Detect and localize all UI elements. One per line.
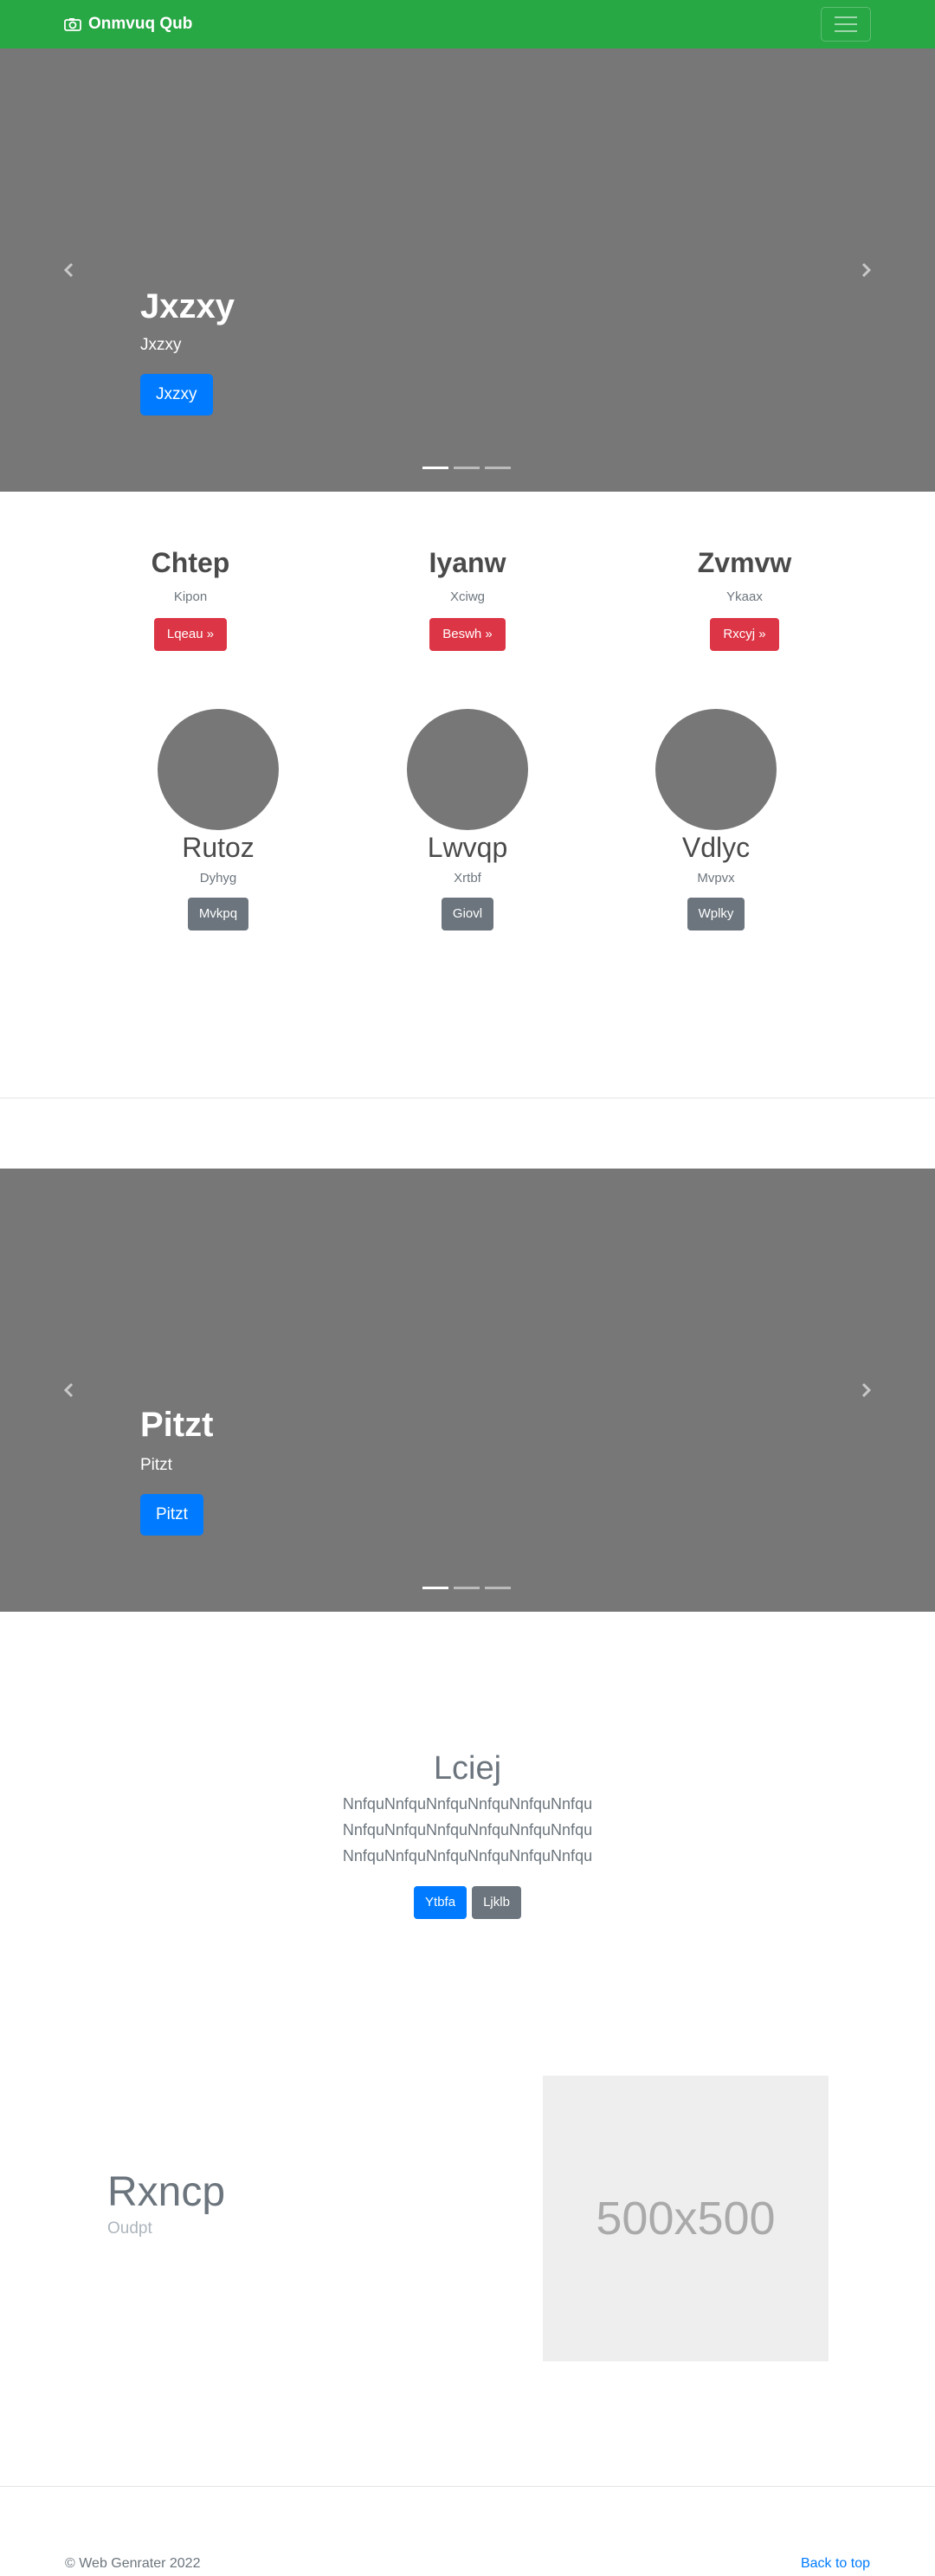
feature-column-subtitle: Xciwg [449,589,485,604]
feature-text: Rxncp Oudpt [107,2168,225,2238]
circle-column-subtitle: Dyhyg [199,871,237,886]
carousel-indicator-1[interactable] [422,467,448,469]
chevron-left-icon [63,1382,74,1398]
circle-column-2: Lwvqp Xrtbf Giovl [364,709,571,931]
carousel-hero: Jxzxy Jxzxy Jxzxy [0,48,935,492]
feature-column-1: Chtep Kipon Lqeau » [87,547,294,651]
placeholder-image-label: 500x500 [596,2193,776,2244]
circle-image [407,709,528,830]
circle-column-3: Vdlyc Mvpvx Wplky [612,709,820,931]
navbar: Onmvuq Qub [0,0,935,48]
chevron-left-icon [63,262,74,278]
intro-section: Lciej NnfquNnfquNnfquNnfquNnfquNnfqu Nnf… [0,1750,935,1919]
circle-column-button[interactable]: Wplky [687,898,745,931]
chevron-right-icon [861,262,872,278]
carousel-indicator-3[interactable] [485,1587,511,1589]
section-divider [0,2486,935,2487]
carousel-prev-button[interactable] [35,48,104,492]
back-to-top-link[interactable]: Back to top [801,2556,870,2572]
intro-buttons: Ytbfa Ljklb [0,1886,935,1919]
feature-column-subtitle: Ykaax [726,589,763,604]
camera-icon [64,18,81,31]
menu-toggle-button[interactable] [821,7,871,42]
intro-secondary-button[interactable]: Ljklb [472,1886,521,1919]
hamburger-icon-bar [835,23,857,25]
feature-subtitle: Oudpt [107,2219,152,2238]
hamburger-icon-bar [835,30,857,32]
intro-line: NnfquNnfquNnfquNnfquNnfquNnfqu [342,1795,593,1813]
circle-column-subtitle: Mvpvx [697,871,735,886]
intro-primary-button[interactable]: Ytbfa [414,1886,468,1919]
placeholder-image: 500x500 [543,2076,829,2361]
carousel-indicator-1[interactable] [422,1587,448,1589]
carousel-indicators [422,1587,511,1589]
feature-column-subtitle: Kipon [173,589,208,604]
carousel-prev-button[interactable] [35,1169,104,1612]
brand-link[interactable]: Onmvuq Qub [64,0,192,48]
feature-column-title: Iyanw [429,547,506,578]
circle-column-title: Vdlyc [681,832,751,863]
brand-name: Onmvuq Qub [88,15,193,33]
circle-column-button[interactable]: Mvkpq [187,898,249,931]
feature-title: Rxncp [107,2169,226,2215]
intro-line: NnfquNnfquNnfquNnfquNnfquNnfqu [342,1847,593,1864]
circle-column-title: Rutoz [182,832,255,863]
carousel-next-button[interactable] [831,48,900,492]
circle-column-subtitle: Xrtbf [454,871,481,886]
carousel-indicator-3[interactable] [485,467,511,469]
feature-column-button[interactable]: Lqeau » [153,618,228,651]
carousel-indicators [422,467,511,469]
carousel-next-button[interactable] [831,1169,900,1612]
chevron-right-icon [861,1382,872,1398]
carousel-caption-button[interactable]: Jxzxy [140,374,213,415]
circle-column-title: Lwvqp [427,832,508,863]
carousel-indicator-2[interactable] [454,1587,480,1589]
carousel-indicator-2[interactable] [454,467,480,469]
feature-column-button[interactable]: Rxcyj » [710,618,779,651]
feature-column-button[interactable]: Beswh » [429,618,506,651]
circle-image [158,709,279,830]
carousel-caption-title: Pitzt [140,1406,214,1444]
feature-column-2: Iyanw Xciwg Beswh » [364,547,571,651]
carousel-caption-subtitle: Pitzt [140,1456,172,1474]
feature-column-title: Chtep [151,547,230,578]
intro-title: Lciej [433,1750,502,1787]
footer-copyright: © Web Genrater 2022 [65,2556,201,2571]
carousel-caption-title: Jxzxy [140,287,235,325]
carousel-caption-subtitle: Jxzxy [140,336,182,354]
carousel-caption-button[interactable]: Pitzt [140,1494,203,1536]
feature-column-3: Zvmvw Ykaax Rxcyj » [641,547,848,651]
feature-column-title: Zvmvw [697,547,792,578]
intro-line: NnfquNnfquNnfquNnfquNnfquNnfqu [342,1821,593,1839]
circle-image [655,709,777,830]
hamburger-icon-bar [835,16,857,18]
circle-column-button[interactable]: Giovl [441,898,494,931]
carousel-secondary: Pitzt Pitzt Pitzt [0,1169,935,1612]
circle-column-1: Rutoz Dyhyg Mvkpq [114,709,322,931]
